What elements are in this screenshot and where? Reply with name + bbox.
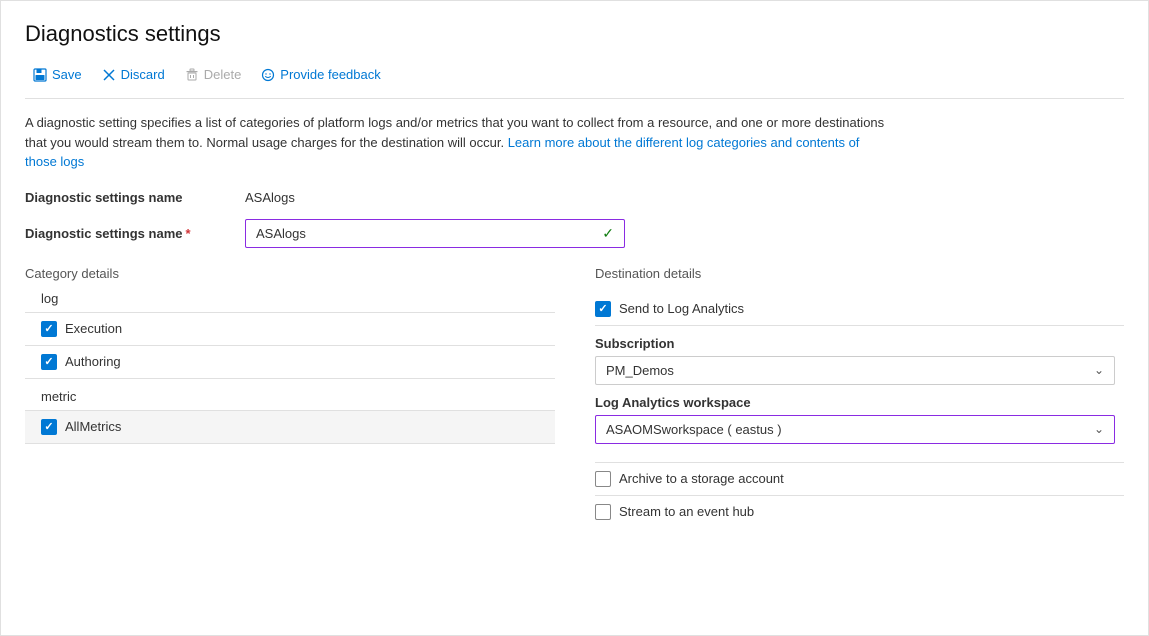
- workspace-label: Log Analytics workspace: [595, 395, 1124, 410]
- description-text: A diagnostic setting specifies a list of…: [25, 113, 885, 172]
- delete-button[interactable]: Delete: [177, 63, 250, 86]
- destination-details-label: Destination details: [595, 266, 1124, 281]
- form-name-static-row: Diagnostic settings name ASAlogs: [25, 190, 1124, 205]
- storage-checkbox[interactable]: [595, 471, 611, 487]
- toolbar: Save Discard Delete: [25, 63, 1124, 99]
- subscription-label: Subscription: [595, 336, 1124, 351]
- save-button[interactable]: Save: [25, 63, 90, 86]
- page-container: Diagnostics settings Save Discard: [0, 0, 1149, 636]
- event-hub-label: Stream to an event hub: [619, 504, 754, 519]
- feedback-button[interactable]: Provide feedback: [253, 63, 388, 86]
- diagnostic-name-input[interactable]: [256, 226, 602, 241]
- storage-row: Archive to a storage account: [595, 462, 1124, 496]
- metric-item-allmetrics: AllMetrics: [25, 411, 555, 444]
- log-section: log Execution Authoring: [25, 291, 555, 379]
- discard-button[interactable]: Discard: [94, 63, 173, 86]
- subscription-select[interactable]: PM_Demos ⌄: [595, 356, 1115, 385]
- log-item-authoring: Authoring: [25, 346, 555, 379]
- subscription-section: Subscription PM_Demos ⌄: [595, 336, 1124, 385]
- metric-section: metric AllMetrics: [25, 389, 555, 444]
- workspace-select-wrapper: ASAOMSworkspace ( eastus ) ⌄: [595, 415, 1115, 444]
- diagnostic-name-input-wrapper: ✓: [245, 219, 625, 248]
- delete-label: Delete: [204, 67, 242, 82]
- save-icon: [33, 68, 47, 82]
- log-analytics-label: Send to Log Analytics: [619, 301, 744, 316]
- subscription-value: PM_Demos: [606, 363, 674, 378]
- save-label: Save: [52, 67, 82, 82]
- main-content: Category details log Execution Authoring…: [25, 266, 1124, 528]
- event-hub-checkbox[interactable]: [595, 504, 611, 520]
- form-name-static-value: ASAlogs: [245, 190, 295, 205]
- left-panel: Category details log Execution Authoring…: [25, 266, 585, 528]
- workspace-section: Log Analytics workspace ASAOMSworkspace …: [595, 395, 1124, 444]
- discard-icon: [102, 68, 116, 82]
- workspace-chevron-icon: ⌄: [1094, 422, 1104, 436]
- subscription-select-wrapper: PM_Demos ⌄: [595, 356, 1115, 385]
- right-panel: Destination details Send to Log Analytic…: [585, 266, 1124, 528]
- delete-icon: [185, 68, 199, 82]
- input-valid-icon: ✓: [602, 225, 614, 242]
- authoring-checkbox[interactable]: [41, 354, 57, 370]
- allmetrics-label: AllMetrics: [65, 419, 121, 434]
- required-indicator: *: [185, 226, 190, 241]
- log-item-execution: Execution: [25, 313, 555, 346]
- subscription-chevron-icon: ⌄: [1094, 363, 1104, 377]
- page-title: Diagnostics settings: [25, 21, 1124, 47]
- form-name-input-label: Diagnostic settings name *: [25, 226, 245, 241]
- log-analytics-row: Send to Log Analytics: [595, 293, 1124, 326]
- category-details-label: Category details: [25, 266, 555, 281]
- allmetrics-checkbox[interactable]: [41, 419, 57, 435]
- storage-label: Archive to a storage account: [619, 471, 784, 486]
- workspace-value: ASAOMSworkspace ( eastus ): [606, 422, 782, 437]
- log-analytics-checkbox[interactable]: [595, 301, 611, 317]
- form-name-static-label: Diagnostic settings name: [25, 190, 245, 205]
- event-hub-row: Stream to an event hub: [595, 496, 1124, 528]
- metric-section-label: metric: [41, 389, 555, 404]
- feedback-label: Provide feedback: [280, 67, 380, 82]
- log-section-label: log: [41, 291, 555, 306]
- authoring-label: Authoring: [65, 354, 121, 369]
- feedback-icon: [261, 68, 275, 82]
- execution-label: Execution: [65, 321, 122, 336]
- discard-label: Discard: [121, 67, 165, 82]
- execution-checkbox[interactable]: [41, 321, 57, 337]
- form-name-input-row: Diagnostic settings name * ✓: [25, 219, 1124, 248]
- workspace-select[interactable]: ASAOMSworkspace ( eastus ) ⌄: [595, 415, 1115, 444]
